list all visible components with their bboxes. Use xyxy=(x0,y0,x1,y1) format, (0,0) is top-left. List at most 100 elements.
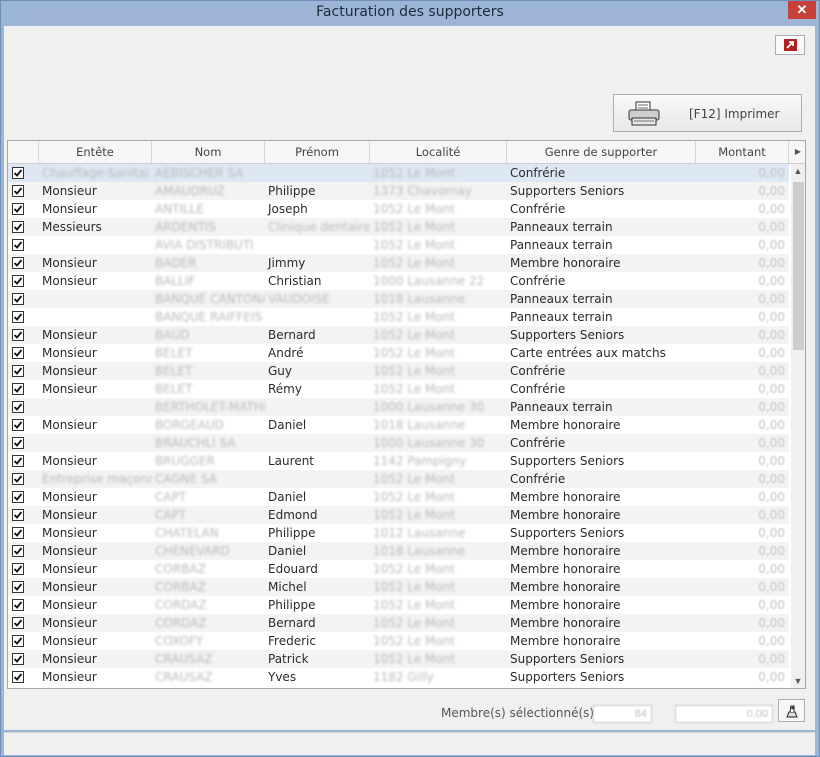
table-row[interactable]: Monsieur CRAUSAZ Yves 1182 Gilly Supporters … xyxy=(8,668,789,686)
column-header[interactable]: Entête xyxy=(39,141,152,163)
table-row[interactable]: Monsieur AMAUDRUZ Philippe 1373 Chavornay Su… xyxy=(8,182,789,200)
row-checkbox[interactable] xyxy=(12,599,24,611)
column-header-check[interactable] xyxy=(8,141,39,163)
table-row[interactable]: Monsieur CAPT Daniel 1052 Le Mont Membre hon… xyxy=(8,488,789,506)
cell-localite: 1052 Le Mont xyxy=(373,220,456,234)
scroll-down-icon[interactable]: ▼ xyxy=(791,674,805,688)
row-checkbox[interactable] xyxy=(12,221,24,233)
cell-nom: BADER xyxy=(155,256,197,270)
print-button[interactable]: [F12] Imprimer xyxy=(613,94,802,132)
table-row[interactable]: Chauffage-Sanitai AEBISCHER SA 1052 Le Mon… xyxy=(8,164,789,182)
cell-nom: COXOFY xyxy=(155,634,204,648)
row-checkbox[interactable] xyxy=(12,509,24,521)
table-header: Entête Nom Prénom Localité Genre de supporte… xyxy=(8,141,805,164)
table-row[interactable]: Monsieur CHATELAN Philippe 1012 Lausanne Sup… xyxy=(8,524,789,542)
column-header[interactable]: Localité xyxy=(370,141,507,163)
table-row[interactable]: BERTHOLET-MATHI 1000 Lausanne 30 Panneaux … xyxy=(8,398,789,416)
row-checkbox[interactable] xyxy=(12,167,24,179)
row-checkbox[interactable] xyxy=(12,293,24,305)
table-row[interactable]: Monsieur CHENEVARD Daniel 1018 Lausanne Memb… xyxy=(8,542,789,560)
row-checkbox[interactable] xyxy=(12,671,24,683)
row-checkbox[interactable] xyxy=(12,437,24,449)
column-header[interactable]: Montant xyxy=(696,141,789,163)
scrollbar-thumb[interactable] xyxy=(793,182,804,350)
row-checkbox[interactable] xyxy=(12,581,24,593)
table-row[interactable]: Monsieur CRAUSAZ Patrick 1052 Le Mont Suppor… xyxy=(8,650,789,668)
table-row[interactable]: BANQUE RAIFFEIS 1052 Le Mont Panneaux terr… xyxy=(8,308,789,326)
cell-genre: Supporters Seniors xyxy=(510,652,625,666)
row-checkbox[interactable] xyxy=(12,275,24,287)
row-checkbox[interactable] xyxy=(12,545,24,557)
column-header[interactable]: Prénom xyxy=(265,141,370,163)
row-checkbox[interactable] xyxy=(12,635,24,647)
column-header[interactable]: Nom xyxy=(152,141,265,163)
row-checkbox[interactable] xyxy=(12,365,24,377)
table-row[interactable]: Monsieur ANTILLE Joseph 1052 Le Mont Confrér… xyxy=(8,200,789,218)
row-checkbox[interactable] xyxy=(12,257,24,269)
scroll-up-icon[interactable]: ▲ xyxy=(791,164,805,178)
cell-genre: Supporters Seniors xyxy=(510,454,625,468)
row-checkbox[interactable] xyxy=(12,347,24,359)
row-checkbox[interactable] xyxy=(12,383,24,395)
table-row[interactable]: Monsieur BAUD Bernard 1052 Le Mont Supporter… xyxy=(8,326,789,344)
cell-localite: 1052 Le Mont xyxy=(373,652,456,666)
table-row[interactable]: BANQUE CANTONA VAUDOISE 1018 Lausanne Panne… xyxy=(8,290,789,308)
cell-entete xyxy=(39,398,152,416)
row-checkbox[interactable] xyxy=(12,329,24,341)
cell-entete xyxy=(39,434,152,452)
table-row[interactable]: BRAUCHLI SA 1000 Lausanne 30 Confrérie 0,00 xyxy=(8,434,789,452)
table-row[interactable]: Monsieur BELET Guy 1052 Le Mont Confrérie 0,0… xyxy=(8,362,789,380)
table-row[interactable]: Messieurs ARDENTIS Clinique dentaire 1052 L… xyxy=(8,218,789,236)
table-row[interactable]: Monsieur BELET Rémy 1052 Le Mont Confrérie 0,… xyxy=(8,380,789,398)
vertical-scrollbar[interactable]: ▲ ▼ xyxy=(791,164,805,688)
row-checkbox[interactable] xyxy=(12,311,24,323)
cell-localite: 1052 Le Mont xyxy=(373,580,456,594)
table-row[interactable]: Monsieur CORDAZ Bernard 1052 Le Mont Membre … xyxy=(8,614,789,632)
row-checkbox[interactable] xyxy=(12,527,24,539)
calculate-icon xyxy=(786,705,798,718)
row-checkbox[interactable] xyxy=(12,203,24,215)
table-row[interactable]: Entreprise maçonn CAGNE SA 1052 Le Mont Con… xyxy=(8,470,789,488)
table-row[interactable]: Monsieur CORBAZ Michel 1052 Le Mont Membre h… xyxy=(8,578,789,596)
cell-nom: CAGNE SA xyxy=(155,472,218,486)
cell-localite: 1052 Le Mont xyxy=(373,166,456,180)
window-title: Facturation des supporters xyxy=(316,4,504,20)
row-checkbox[interactable] xyxy=(12,617,24,629)
status-bar xyxy=(4,732,815,755)
cell-genre: Confrérie xyxy=(510,166,566,180)
row-checkbox[interactable] xyxy=(12,401,24,413)
scroll-right-icon[interactable]: ▶ xyxy=(791,141,805,163)
cell-prenom xyxy=(265,164,370,182)
close-button[interactable]: ✕ xyxy=(788,1,816,19)
table-row[interactable]: Monsieur BORGEAUD Daniel 1018 Lausanne Membr… xyxy=(8,416,789,434)
row-checkbox[interactable] xyxy=(12,653,24,665)
cell-entete: Messieurs xyxy=(42,220,102,234)
expand-button[interactable] xyxy=(775,35,805,55)
cell-entete xyxy=(39,290,152,308)
table-row[interactable]: Monsieur BALLIF Christian 1000 Lausanne 22 C… xyxy=(8,272,789,290)
column-header[interactable]: Genre de supporter xyxy=(507,141,696,163)
table-row[interactable]: AVIA DISTRIBUTI 1052 Le Mont Panneaux terr… xyxy=(8,236,789,254)
cell-localite: 1000 Lausanne 30 xyxy=(373,400,485,414)
table-row[interactable]: Monsieur COXOFY Frederic 1052 Le Mont Membre… xyxy=(8,632,789,650)
table-row[interactable]: Monsieur BADER Jimmy 1052 Le Mont Membre hon… xyxy=(8,254,789,272)
row-checkbox[interactable] xyxy=(12,563,24,575)
row-checkbox[interactable] xyxy=(12,185,24,197)
table-row[interactable]: Monsieur CAPT Edmond 1052 Le Mont Membre hon… xyxy=(8,506,789,524)
row-checkbox[interactable] xyxy=(12,419,24,431)
row-checkbox[interactable] xyxy=(12,491,24,503)
row-checkbox[interactable] xyxy=(12,473,24,485)
row-checkbox[interactable] xyxy=(12,239,24,251)
table-row[interactable]: Monsieur CORBAZ Edouard 1052 Le Mont Membre … xyxy=(8,560,789,578)
table-row[interactable]: Monsieur BRUGGER Laurent 1142 Pampigny Suppo… xyxy=(8,452,789,470)
table-row[interactable]: Monsieur BELET André 1052 Le Mont Carte entr… xyxy=(8,344,789,362)
total-amount-field: 0,00 xyxy=(675,705,773,723)
cell-localite: 1052 Le Mont xyxy=(373,472,456,486)
cell-localite: 1052 Le Mont xyxy=(373,256,456,270)
calculate-button[interactable] xyxy=(778,699,805,722)
cell-nom: BRAUCHLI SA xyxy=(155,436,236,450)
cell-genre: Confrérie xyxy=(510,382,566,396)
cell-prenom: Joseph xyxy=(268,202,308,216)
table-row[interactable]: Monsieur CORDAZ Philippe 1052 Le Mont Membre… xyxy=(8,596,789,614)
row-checkbox[interactable] xyxy=(12,455,24,467)
